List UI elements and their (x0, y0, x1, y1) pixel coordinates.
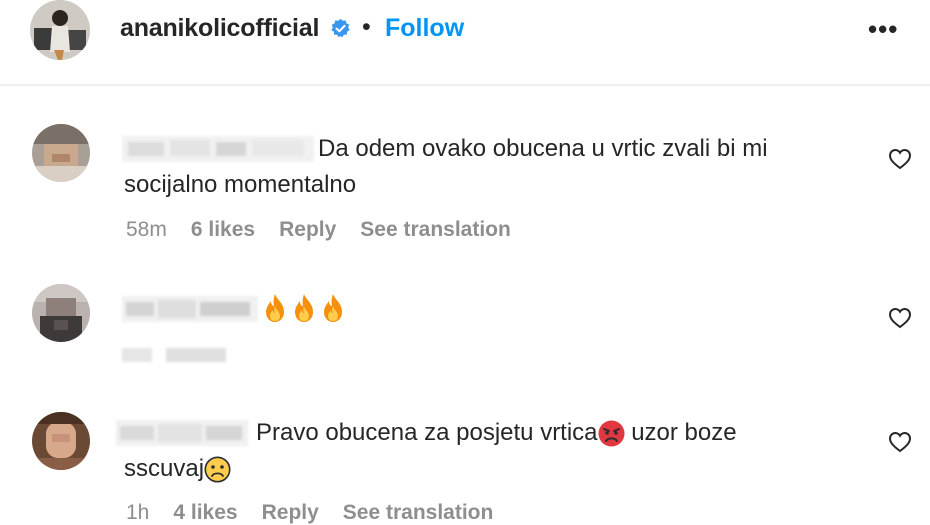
comment-text: Da odem ovako obucena u vrtic zvali bi m… (318, 135, 768, 162)
comment-text: Pravo obucena za posjetu vrtica uzor boz… (256, 416, 737, 450)
fire-emoji-icon (324, 293, 342, 322)
likes-count[interactable]: 6 likes (191, 218, 255, 241)
comment-meta: 58m 6 likes Reply See translation (126, 218, 535, 242)
comment-meta: 1h 4 likes Reply See translation (126, 501, 517, 525)
comment-text-part: Pravo obucena za posjetu vrtica (256, 419, 598, 446)
commenter-name-blurred[interactable] (122, 136, 314, 162)
verified-badge-icon (331, 18, 350, 38)
comment-meta-blurred (122, 344, 230, 370)
comment-time[interactable]: 58m (126, 218, 167, 241)
comment-item (0, 270, 930, 390)
more-options-icon[interactable]: ••• (868, 14, 898, 45)
comment-time[interactable]: 1h (126, 501, 149, 524)
comment-text (262, 290, 349, 324)
angry-face-emoji-icon (598, 420, 625, 447)
comment-text-continued: socijalno momentalno (124, 171, 357, 198)
comment-item: Pravo obucena za posjetu vrtica uzor boz… (0, 400, 930, 525)
comment-text-part: uzor boze (631, 419, 737, 446)
username[interactable]: ananikolicofficial (120, 14, 319, 43)
reply-button[interactable]: Reply (262, 501, 319, 524)
reply-button[interactable]: Reply (279, 218, 336, 241)
like-heart-icon[interactable] (888, 147, 912, 171)
comment-text-continued: sscuvaj (124, 452, 231, 486)
commenter-avatar[interactable] (32, 412, 90, 470)
comment-text-part: sscuvaj (124, 455, 205, 482)
commenter-name-blurred[interactable] (122, 296, 258, 322)
comment-item: Da odem ovako obucena u vrtic zvali bi m… (0, 110, 930, 250)
see-translation-button[interactable]: See translation (360, 218, 511, 241)
commenter-avatar[interactable] (32, 284, 90, 342)
separator-dot: • (362, 13, 371, 41)
commenter-avatar[interactable] (32, 124, 90, 182)
like-heart-icon[interactable] (888, 306, 912, 330)
fire-emoji-icon (295, 293, 313, 322)
post-header: ananikolicofficial • Follow ••• (0, 0, 930, 86)
frowning-face-emoji-icon (204, 456, 231, 483)
fire-emoji-icon (266, 293, 284, 322)
likes-count[interactable]: 4 likes (173, 501, 237, 524)
like-heart-icon[interactable] (888, 430, 912, 454)
commenter-name-blurred[interactable] (116, 420, 248, 446)
follow-button[interactable]: Follow (385, 14, 464, 43)
profile-avatar[interactable] (30, 0, 90, 60)
see-translation-button[interactable]: See translation (343, 501, 494, 524)
